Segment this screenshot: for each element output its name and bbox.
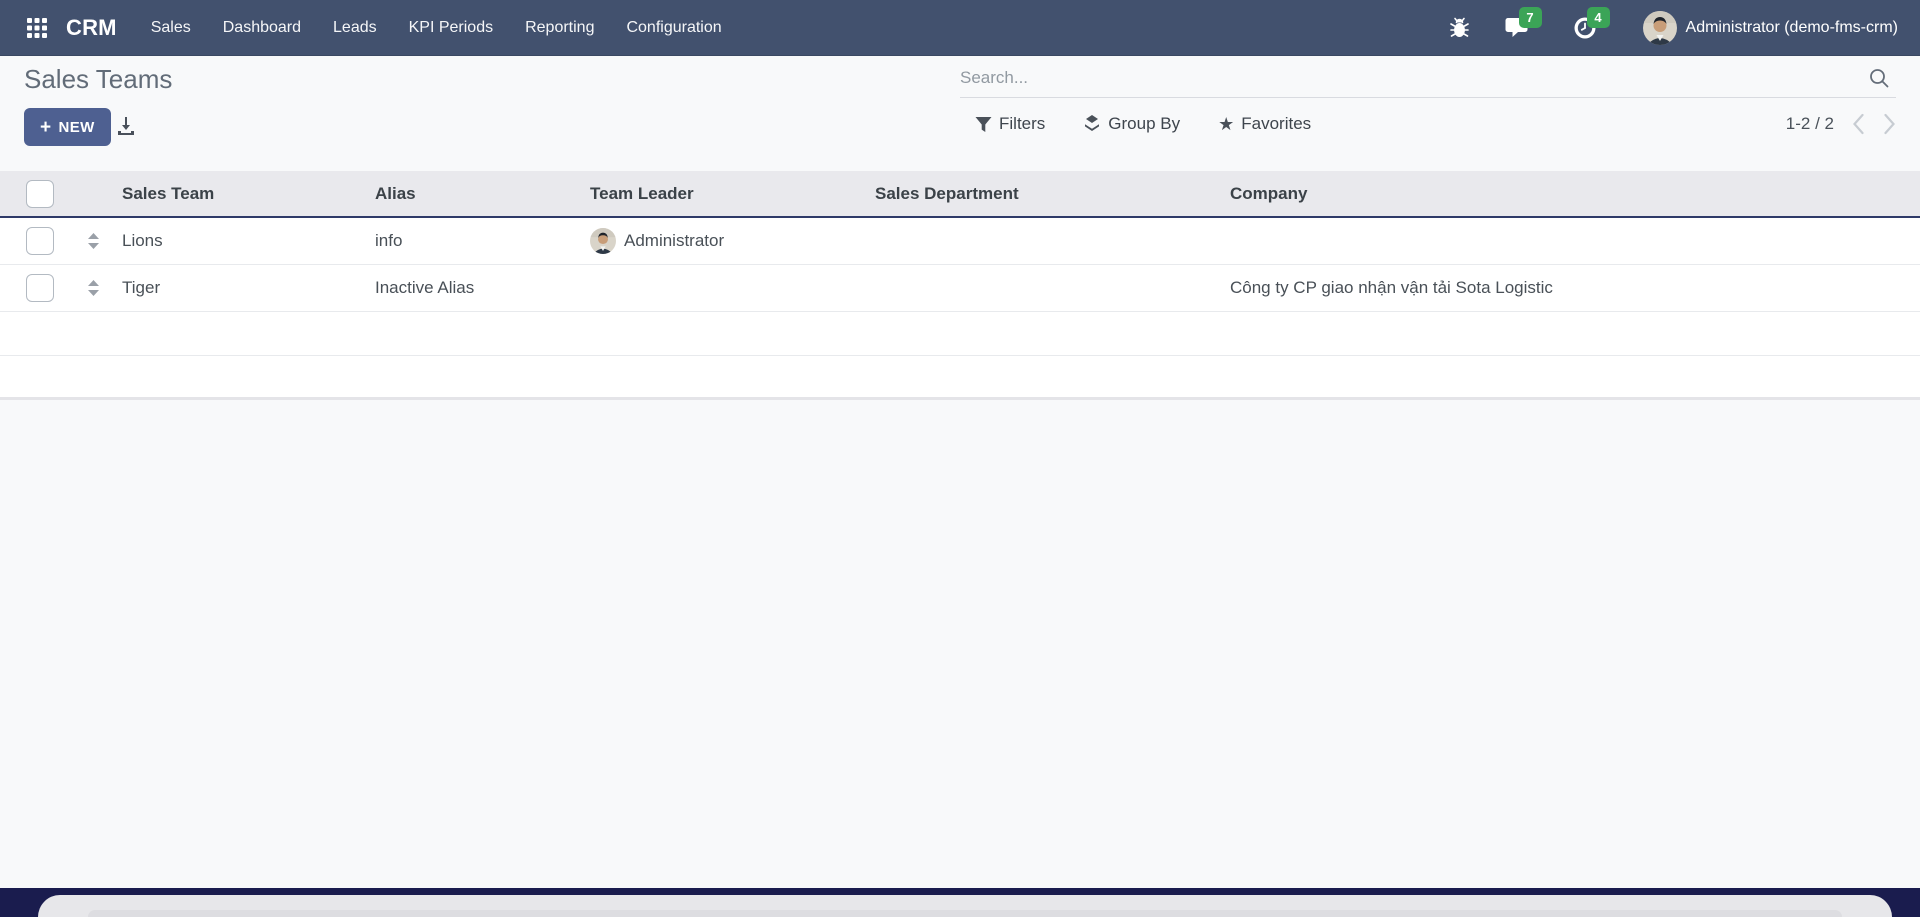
navbar-right: 7 4 Administrator (demo-fms-crm) bbox=[1449, 6, 1898, 45]
select-all-checkbox[interactable] bbox=[26, 179, 54, 208]
user-avatar[interactable] bbox=[1642, 10, 1677, 45]
empty-list-row bbox=[0, 356, 1920, 400]
search-options: Filters Group By ★ Favorites bbox=[975, 99, 1311, 149]
group-by-label: Group By bbox=[1108, 114, 1181, 133]
activities-badge: 4 bbox=[1586, 6, 1610, 28]
menu-item-sales[interactable]: Sales bbox=[151, 19, 191, 37]
sales-teams-list: Sales Team Alias Team Leader Sales Depar… bbox=[0, 171, 1920, 400]
cell-company: Công ty CP giao nhận vận tải Sota Logist… bbox=[1230, 278, 1553, 297]
drag-handle-icon[interactable] bbox=[70, 280, 117, 296]
cell-team-leader: Administrator bbox=[585, 228, 870, 254]
user-menu-label[interactable]: Administrator (demo-fms-crm) bbox=[1686, 19, 1898, 37]
row-checkbox[interactable] bbox=[26, 227, 54, 255]
group-by-button[interactable]: Group By bbox=[1083, 114, 1180, 134]
top-navbar: CRM Sales Dashboard Leads KPI Periods Re… bbox=[0, 0, 1920, 56]
cell-sales-team: Tiger bbox=[122, 278, 161, 297]
column-header-team-leader[interactable]: Team Leader bbox=[585, 184, 870, 204]
new-button-label: NEW bbox=[58, 118, 95, 136]
plus-icon: + bbox=[40, 116, 52, 138]
control-panel-top: Sales Teams bbox=[0, 56, 1920, 99]
pager-previous-icon[interactable] bbox=[1852, 113, 1865, 135]
messages-icon[interactable]: 7 bbox=[1505, 6, 1542, 40]
cell-alias: Inactive Alias bbox=[375, 278, 475, 297]
team-leader-avatar bbox=[590, 228, 616, 254]
column-header-sales-team[interactable]: Sales Team bbox=[117, 184, 370, 204]
search-box bbox=[960, 58, 1896, 98]
layers-icon bbox=[1085, 115, 1100, 131]
table-row[interactable]: Lions info Administrator bbox=[0, 218, 1920, 265]
drag-handle-icon[interactable] bbox=[70, 233, 117, 249]
page-title: Sales Teams bbox=[24, 64, 173, 94]
menu-item-kpi-periods[interactable]: KPI Periods bbox=[409, 19, 493, 37]
export-download-icon[interactable] bbox=[116, 116, 136, 136]
search-icon[interactable] bbox=[1868, 67, 1890, 89]
team-leader-name: Administrator bbox=[624, 231, 725, 250]
pager-next-icon[interactable] bbox=[1883, 113, 1896, 135]
star-icon: ★ bbox=[1218, 114, 1235, 134]
search-input[interactable] bbox=[960, 67, 1868, 88]
favorites-label: Favorites bbox=[1241, 114, 1312, 133]
main-menu: Sales Dashboard Leads KPI Periods Report… bbox=[151, 19, 722, 37]
activities-clock-icon[interactable]: 4 bbox=[1573, 6, 1610, 40]
empty-list-row bbox=[0, 312, 1920, 356]
table-header-row: Sales Team Alias Team Leader Sales Depar… bbox=[0, 171, 1920, 218]
menu-item-configuration[interactable]: Configuration bbox=[626, 19, 721, 37]
row-checkbox[interactable] bbox=[26, 274, 54, 302]
menu-item-dashboard[interactable]: Dashboard bbox=[223, 19, 301, 37]
pager-range: 1-2 / 2 bbox=[1785, 114, 1834, 133]
favorites-button[interactable]: ★ Favorites bbox=[1218, 114, 1311, 134]
messages-badge: 7 bbox=[1518, 6, 1542, 28]
control-panel-toolbar: + NEW Filters Group By ★ Favorites 1-2 /… bbox=[0, 99, 1920, 149]
filter-funnel-icon bbox=[975, 116, 992, 132]
column-header-company[interactable]: Company bbox=[1225, 184, 1920, 204]
filters-label: Filters bbox=[999, 114, 1046, 133]
table-row[interactable]: Tiger Inactive Alias Công ty CP giao nhậ… bbox=[0, 265, 1920, 312]
navbar-left: CRM Sales Dashboard Leads KPI Periods Re… bbox=[24, 15, 722, 41]
app-brand[interactable]: CRM bbox=[66, 15, 117, 41]
apps-grid-icon[interactable] bbox=[24, 15, 50, 41]
column-header-alias[interactable]: Alias bbox=[370, 184, 585, 204]
column-header-sales-department[interactable]: Sales Department bbox=[870, 184, 1225, 204]
cell-sales-team: Lions bbox=[122, 231, 163, 250]
filters-button[interactable]: Filters bbox=[975, 114, 1045, 134]
menu-item-leads[interactable]: Leads bbox=[333, 19, 377, 37]
menu-item-reporting[interactable]: Reporting bbox=[525, 19, 594, 37]
pager: 1-2 / 2 bbox=[1786, 99, 1896, 149]
new-button[interactable]: + NEW bbox=[24, 108, 111, 146]
debug-bug-icon[interactable] bbox=[1449, 17, 1469, 38]
bottom-inner-band bbox=[88, 910, 1842, 917]
cell-alias: info bbox=[375, 231, 403, 250]
